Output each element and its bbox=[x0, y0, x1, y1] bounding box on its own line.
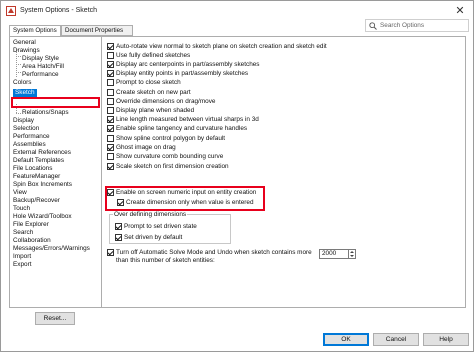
option-label: Auto-rotate view normal to sketch plane … bbox=[116, 43, 327, 50]
tree-item-featuremanager[interactable]: FeatureManager bbox=[13, 173, 60, 181]
checkbox[interactable] bbox=[107, 43, 114, 50]
tree-item-performance[interactable]: Performance bbox=[13, 133, 50, 141]
checkbox[interactable] bbox=[107, 144, 114, 151]
option-label: Prompt to set driven state bbox=[124, 223, 197, 230]
checkbox[interactable] bbox=[107, 61, 114, 68]
option-label: Ghost image on drag bbox=[116, 144, 176, 151]
option-label: Show curvature comb bounding curve bbox=[116, 153, 224, 160]
window-title: System Options - Sketch bbox=[20, 7, 98, 14]
entity-count-input[interactable]: 2000 bbox=[319, 249, 349, 259]
tree-item-file-locations[interactable]: File Locations bbox=[13, 165, 52, 173]
tree-item-hole-wizard-toolbox[interactable]: Hole Wizard/Toolbox bbox=[13, 213, 72, 221]
tree-item-relations-snaps[interactable]: Relations/Snaps bbox=[22, 109, 69, 117]
option-label: Line length measured between virtual sha… bbox=[116, 116, 259, 123]
solidworks-app-icon bbox=[6, 6, 16, 16]
over-defining-title: Over defining dimensions bbox=[113, 211, 188, 218]
tab-label: Document Properties bbox=[65, 27, 124, 34]
option-label: Display arc centerpoints in part/assembl… bbox=[116, 61, 260, 68]
tree-item-display[interactable]: Display bbox=[13, 117, 34, 125]
tree-item-drawings-performance[interactable]: Performance bbox=[22, 71, 59, 79]
checkbox[interactable] bbox=[107, 107, 114, 114]
options-tree[interactable]: General Drawings Display Style Area Hatc… bbox=[9, 36, 102, 308]
tree-item-general[interactable]: General bbox=[13, 39, 36, 47]
entity-count-spinner[interactable] bbox=[349, 249, 356, 259]
option-label: Enable spline tangency and curvature han… bbox=[116, 125, 248, 132]
tree-connector bbox=[16, 64, 21, 65]
checkbox[interactable] bbox=[107, 249, 114, 256]
checkbox[interactable] bbox=[107, 70, 114, 77]
option-label: Enable on screen numeric input on entity… bbox=[116, 189, 257, 196]
tree-connector bbox=[16, 113, 21, 114]
search-options-input[interactable]: Search Options bbox=[365, 19, 469, 32]
tree-item-touch[interactable]: Touch bbox=[13, 205, 30, 213]
checkbox[interactable] bbox=[107, 98, 114, 105]
checkbox[interactable] bbox=[107, 163, 114, 170]
checkbox[interactable] bbox=[115, 234, 122, 241]
tree-item-import[interactable]: Import bbox=[13, 253, 31, 261]
checkbox[interactable] bbox=[107, 135, 114, 142]
option-label: Prompt to close sketch bbox=[116, 79, 181, 86]
tree-connector bbox=[16, 56, 21, 57]
checkbox[interactable] bbox=[107, 89, 114, 96]
tree-item-external-references[interactable]: External References bbox=[13, 149, 71, 157]
title-bar: System Options - Sketch ✕ bbox=[1, 1, 473, 21]
checkbox[interactable] bbox=[107, 189, 114, 196]
option-label: Scale sketch on first dimension creation bbox=[116, 163, 229, 170]
checkbox[interactable] bbox=[107, 52, 114, 59]
tree-item-collaboration[interactable]: Collaboration bbox=[13, 237, 51, 245]
reset-button[interactable]: Reset... bbox=[35, 312, 75, 325]
option-label: Create dimension only when value is ente… bbox=[126, 199, 254, 206]
tree-item-sketch[interactable]: Sketch bbox=[13, 89, 37, 97]
option-label: Show spline control polygon by default bbox=[116, 135, 226, 142]
cancel-button[interactable]: Cancel bbox=[373, 333, 419, 346]
tab-document-properties[interactable]: Document Properties bbox=[61, 25, 133, 36]
tree-item-default-templates[interactable]: Default Templates bbox=[13, 157, 64, 165]
checkbox[interactable] bbox=[107, 116, 114, 123]
tree-item-spin-box-increments[interactable]: Spin Box Increments bbox=[13, 181, 72, 189]
option-label: Display entity points in part/assembly s… bbox=[116, 70, 249, 77]
search-icon bbox=[369, 22, 377, 30]
tree-item-area-hatch-fill[interactable]: Area Hatch/Fill bbox=[22, 63, 64, 71]
checkbox[interactable] bbox=[115, 223, 122, 230]
close-icon[interactable]: ✕ bbox=[452, 3, 468, 19]
tree-item-export[interactable]: Export bbox=[13, 261, 31, 269]
option-label: Display plane when shaded bbox=[116, 107, 195, 114]
option-label: Use fully defined sketches bbox=[116, 52, 191, 59]
system-options-dialog: System Options - Sketch ✕ System Options… bbox=[0, 0, 474, 352]
tree-connector bbox=[16, 72, 21, 73]
tree-item-selection[interactable]: Selection bbox=[13, 125, 39, 133]
option-label-line-2: than this number of sketch entities: bbox=[116, 257, 215, 264]
tree-item-drawings[interactable]: Drawings bbox=[13, 47, 40, 55]
option-label: Create sketch on new part bbox=[116, 89, 191, 96]
option-label: Turn off Automatic Solve Mode and Undo w… bbox=[116, 249, 312, 256]
tree-item-view[interactable]: View bbox=[13, 189, 27, 197]
help-button[interactable]: Help bbox=[423, 333, 469, 346]
search-placeholder: Search Options bbox=[380, 22, 425, 29]
option-label: Set driven by default bbox=[124, 234, 183, 241]
tree-item-colors[interactable]: Colors bbox=[13, 79, 31, 87]
tree-item-messages-errors-warnings[interactable]: Messages/Errors/Warnings bbox=[13, 245, 90, 253]
tree-item-file-explorer[interactable]: File Explorer bbox=[13, 221, 49, 229]
tree-item-search[interactable]: Search bbox=[13, 229, 33, 237]
sketch-highlight-box bbox=[11, 97, 100, 108]
checkbox[interactable] bbox=[107, 153, 114, 160]
option-label: Override dimensions on drag/move bbox=[116, 98, 216, 105]
tree-item-assemblies[interactable]: Assemblies bbox=[13, 141, 46, 149]
checkbox[interactable] bbox=[117, 199, 124, 206]
tab-label: System Options bbox=[13, 27, 57, 34]
ok-button[interactable]: OK bbox=[323, 333, 369, 346]
checkbox[interactable] bbox=[107, 79, 114, 86]
tree-item-backup-recover[interactable]: Backup/Recover bbox=[13, 197, 60, 205]
tree-item-display-style[interactable]: Display Style bbox=[22, 55, 59, 63]
checkbox[interactable] bbox=[107, 125, 114, 132]
